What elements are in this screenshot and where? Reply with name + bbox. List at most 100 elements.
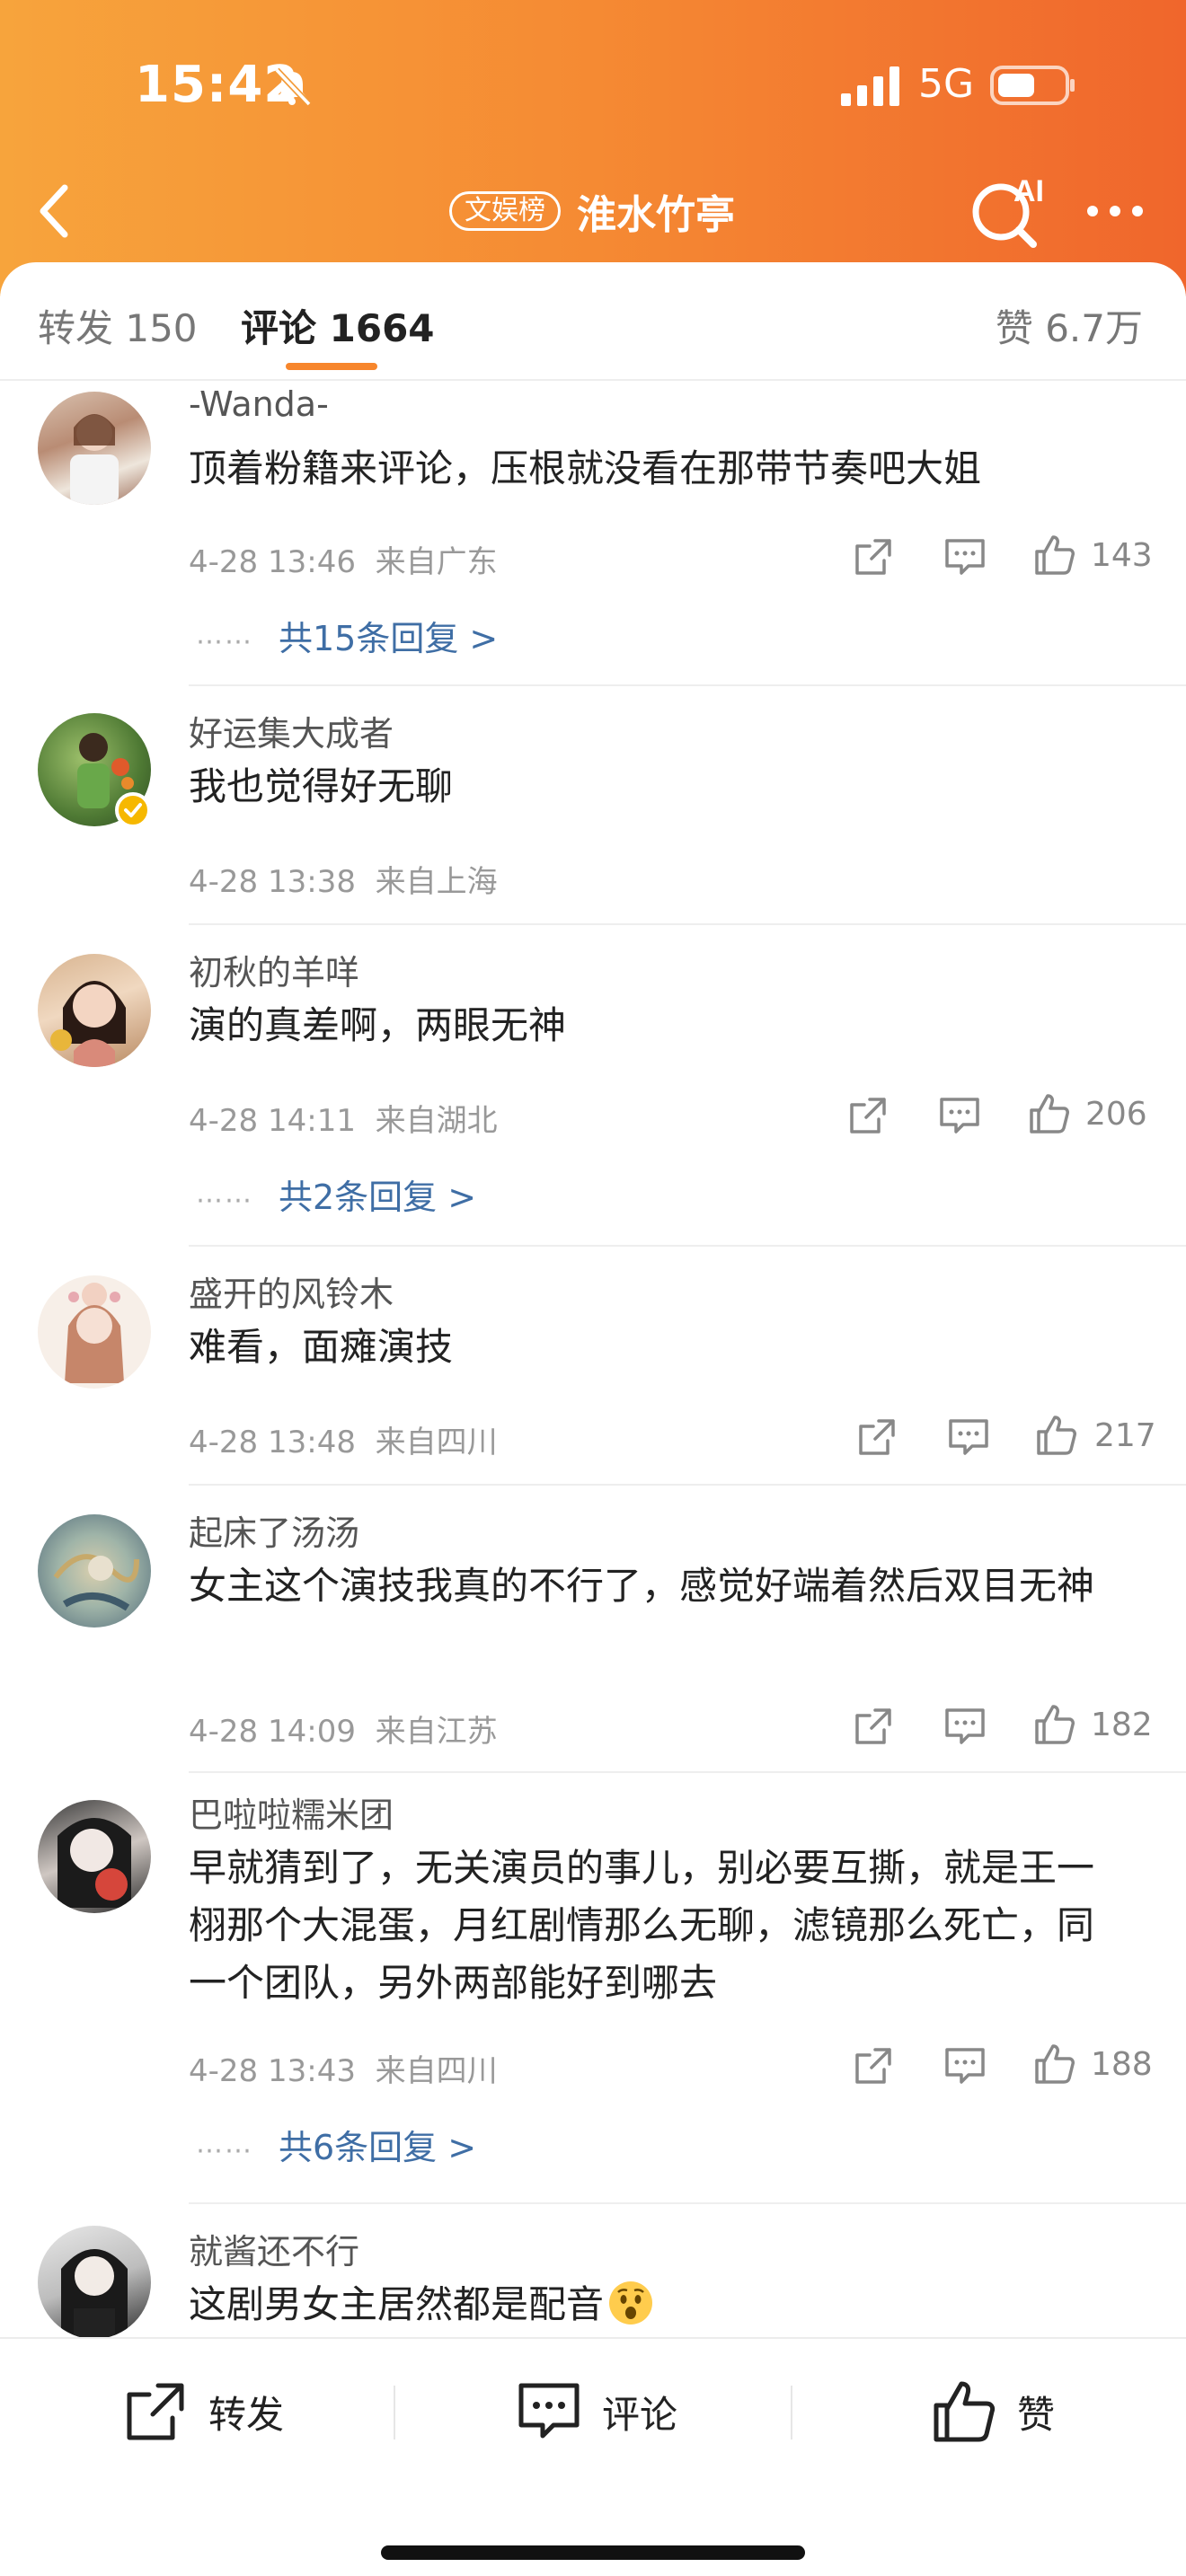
avatar[interactable] [38, 1514, 151, 1628]
comment-username[interactable]: -Wanda- [189, 384, 329, 424]
view-replies-link[interactable]: ⋯⋯ 共6条回复 > [196, 2120, 476, 2169]
like-label: 赞 [1017, 2392, 1056, 2437]
comment-list: -Wanda- 顶着粉籍来评论，压根就没看在那带节奏吧大姐 4-28 13:46… [0, 381, 1186, 2339]
view-replies-link[interactable]: ⋯⋯ 共15条回复 > [196, 611, 498, 660]
thumbs-up-icon [934, 2381, 996, 2442]
comment-location: 来自四川 [375, 1425, 498, 1460]
tab-repost[interactable]: 转发 150 [38, 298, 198, 353]
share-icon[interactable] [852, 2044, 895, 2087]
comment-item: 巴啦啦糯米团 早就猜到了，无关演员的事儿，别必要互撕，就是王一栩那个大混蛋，月红… [0, 1773, 1186, 2204]
comment-meta: 4-28 13:43 来自四川 [189, 2046, 498, 2090]
verified-badge-icon [115, 792, 151, 828]
svg-text:AI: AI [1013, 174, 1044, 208]
comment-location: 来自上海 [375, 864, 498, 900]
comment-item: 就酱还不行 这剧男女主居然都是配音 [0, 2204, 1186, 2339]
avatar[interactable] [38, 1275, 151, 1389]
more-icon[interactable] [1084, 189, 1146, 234]
comment-text: 顶着粉籍来评论，压根就没看在那带节奏吧大姐 [189, 446, 982, 490]
replies-dots: ⋯⋯ [196, 2135, 253, 2166]
signal-icon [841, 66, 899, 106]
comment-item: 初秋的羊咩 演的真差啊，两眼无神 4-28 14:11 来自湖北 206 ⋯⋯ 共… [0, 925, 1186, 1247]
replies-dots: ⋯⋯ [196, 1185, 253, 1216]
comment-username[interactable]: 初秋的羊咩 [189, 945, 359, 994]
comment-item: 好运集大成者 我也觉得好无聊 4-28 13:38 来自上海 [0, 686, 1186, 925]
nav-bar: 文娱榜 淮水竹亭 AI [0, 162, 1186, 260]
comment-time: 4-28 13:48 [189, 1425, 356, 1460]
comment-text: 这剧男女主居然都是配音 [189, 2276, 1150, 2333]
like-count: 143 [1091, 537, 1153, 574]
comment-item: 起床了汤汤 女主这个演技我真的不行了，感觉好端着然后双目无神 4-28 14:0… [0, 1486, 1186, 1773]
like-count: 182 [1091, 1707, 1153, 1743]
avatar[interactable] [38, 1800, 151, 1913]
thumbs-up-icon[interactable] [1035, 1414, 1078, 1457]
status-bar: 15:42 5G [0, 0, 1186, 171]
comment-username[interactable]: 就酱还不行 [189, 2224, 359, 2273]
avatar[interactable] [38, 954, 151, 1067]
divider [394, 2386, 395, 2439]
share-icon[interactable] [852, 1705, 895, 1748]
tab-active-indicator [286, 363, 377, 370]
divider [791, 2386, 792, 2439]
repost-button[interactable]: 转发 [122, 2371, 284, 2452]
bell-muted-icon [274, 67, 312, 107]
thumbs-up-icon[interactable] [1033, 534, 1076, 577]
avatar[interactable] [38, 2226, 151, 2339]
share-icon[interactable] [846, 1094, 890, 1137]
like-count: 188 [1091, 2046, 1153, 2083]
share-icon[interactable] [852, 535, 895, 578]
network-type: 5G [918, 61, 975, 107]
page-title: 淮水竹亭 [577, 192, 735, 238]
thumbs-up-icon[interactable] [1033, 2042, 1076, 2086]
comment-username[interactable]: 盛开的风铃木 [189, 1266, 394, 1316]
comment-bubble-icon[interactable] [943, 535, 987, 578]
share-icon[interactable] [855, 1416, 898, 1459]
comment-meta: 4-28 13:38 来自上海 [189, 857, 498, 901]
comment-meta: 4-28 13:48 来自四川 [189, 1417, 498, 1461]
repost-label: 转发 [208, 2392, 285, 2437]
like-count: 206 [1085, 1096, 1147, 1133]
comment-text: 女主这个演技我真的不行了，感觉好端着然后双目无神 [189, 1564, 1095, 1608]
thumbs-up-icon[interactable] [1028, 1092, 1071, 1135]
like-button[interactable]: 赞 [931, 2371, 1055, 2452]
comment-bubble-icon[interactable] [943, 1705, 987, 1748]
replies-dots: ⋯⋯ [196, 626, 253, 657]
comment-text: 早就猜到了，无关演员的事儿，别必要互撕，就是王一栩那个大混蛋，月红剧情那么无聊，… [189, 1846, 1095, 2005]
back-icon[interactable] [27, 175, 81, 247]
comment-item: -Wanda- 顶着粉籍来评论，压根就没看在那带节奏吧大姐 4-28 13:46… [0, 381, 1186, 686]
tab-comments[interactable]: 评论 1664 [241, 298, 435, 353]
comment-meta: 4-28 14:09 来自江苏 [189, 1707, 498, 1751]
comment-bubble-icon [518, 2383, 580, 2439]
comment-button[interactable]: 评论 [516, 2371, 677, 2452]
share-icon [127, 2383, 184, 2440]
header: 15:42 5G 文娱榜 淮水竹亭 AI [0, 0, 1186, 296]
comment-username[interactable]: 好运集大成者 [189, 706, 394, 755]
comment-time: 4-28 13:46 [189, 544, 356, 580]
tab-likes[interactable]: 赞 6.7万 [996, 298, 1143, 353]
comment-username[interactable]: 巴啦啦糯米团 [189, 1787, 394, 1837]
comment-bubble-icon[interactable] [938, 1094, 981, 1137]
comment-location: 来自江苏 [375, 1714, 498, 1750]
avatar[interactable] [38, 392, 151, 505]
comment-time: 4-28 14:09 [189, 1714, 356, 1750]
comment-text: 我也觉得好无聊 [189, 764, 454, 808]
comment-time: 4-28 13:38 [189, 864, 356, 900]
like-count: 217 [1094, 1417, 1156, 1454]
thumbs-up-icon[interactable] [1033, 1703, 1076, 1746]
comment-meta: 4-28 13:46 来自广东 [189, 537, 498, 581]
bottom-action-bar: 转发 评论 赞 [0, 2337, 1186, 2576]
comment-location: 来自广东 [375, 544, 498, 580]
comment-bubble-icon[interactable] [947, 1416, 990, 1459]
replies-label: 共6条回复 > [279, 2128, 477, 2167]
comment-location: 来自四川 [375, 2053, 498, 2089]
title-wrap[interactable]: 文娱榜 淮水竹亭 [449, 181, 735, 241]
comment-text-body: 这剧男女主居然都是配音 [189, 2282, 605, 2326]
replies-label: 共2条回复 > [279, 1178, 477, 1217]
comment-text: 演的真差啊，两眼无神 [189, 1003, 567, 1047]
comment-item: 盛开的风铃木 难看，面瘫演技 4-28 13:48 来自四川 217 [0, 1247, 1186, 1486]
comment-bubble-icon[interactable] [943, 2044, 987, 2087]
home-indicator[interactable] [381, 2545, 805, 2560]
view-replies-link[interactable]: ⋯⋯ 共2条回复 > [196, 1169, 476, 1219]
comment-username[interactable]: 起床了汤汤 [189, 1505, 359, 1555]
ai-search-icon[interactable]: AI [961, 165, 1060, 255]
comment-text: 难看，面瘫演技 [189, 1325, 454, 1369]
